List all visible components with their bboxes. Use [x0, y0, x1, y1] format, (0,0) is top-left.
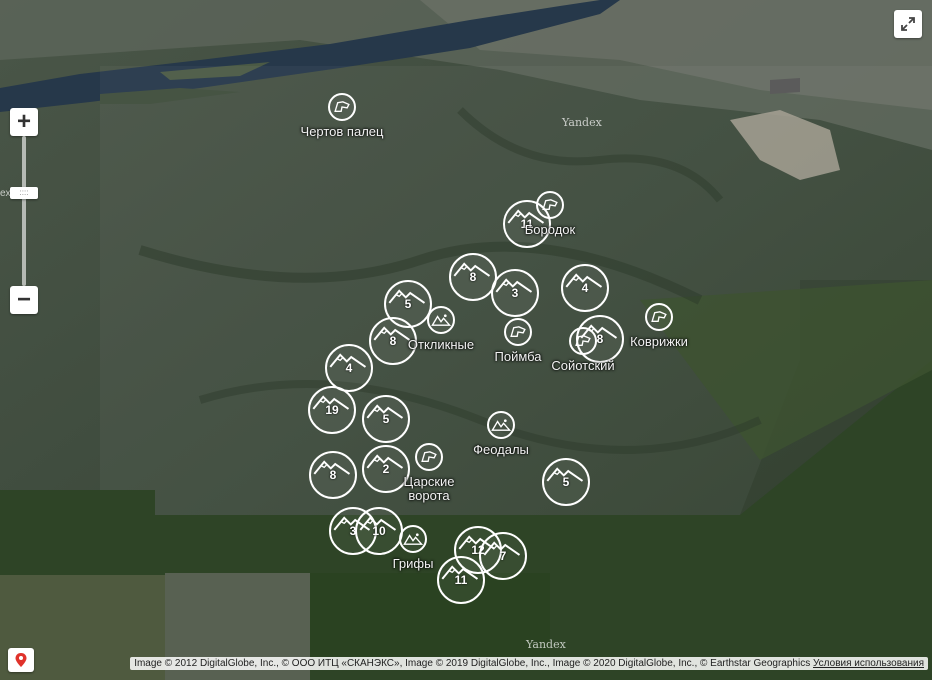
place-label[interactable]: Грифы [393, 557, 434, 571]
cluster-count: 3 [511, 286, 519, 300]
rock-icon [510, 326, 526, 337]
copyright-text: Image © 2012 DigitalGlobe, Inc., © ООО И… [134, 658, 811, 669]
place-marker[interactable] [328, 93, 356, 121]
cluster-marker[interactable]: 11 [437, 556, 485, 604]
rock-icon [651, 311, 667, 322]
place-marker[interactable] [399, 525, 427, 553]
place-label[interactable]: Откликные [408, 338, 474, 352]
rock-icon [575, 335, 591, 346]
cluster-count: 10 [372, 524, 386, 538]
cluster-count: 11 [454, 573, 468, 587]
satellite-map[interactable]: Yandex Yandex ex 11 8 3 4 5 8 8 4 19 5 8 2 5 3 10 12 7 11… [0, 0, 932, 680]
cluster-marker[interactable]: 5 [542, 458, 590, 506]
rocks-icon [431, 314, 452, 326]
place-label[interactable]: Сойотский [551, 359, 614, 373]
rock-icon [334, 101, 350, 112]
place-marker[interactable] [569, 327, 597, 355]
rocks-icon [403, 533, 424, 545]
place-label[interactable]: Феодалы [473, 443, 529, 457]
cluster-marker[interactable]: 19 [308, 386, 356, 434]
place-label[interactable]: Чертов палец [301, 125, 384, 139]
cluster-marker[interactable]: 8 [309, 451, 357, 499]
zoom-slider-handle[interactable]: :::: [10, 187, 38, 199]
rocks-icon [491, 419, 512, 431]
place-label[interactable]: Царские ворота [394, 475, 464, 503]
cluster-count: 8 [469, 270, 477, 284]
place-marker[interactable] [487, 411, 515, 439]
yandex-watermark: Yandex [526, 638, 566, 651]
cluster-count: 7 [499, 549, 507, 563]
zoom-slider-track[interactable] [22, 136, 26, 286]
terms-link[interactable]: Условия использования [813, 658, 924, 669]
location-pin-icon [15, 653, 27, 667]
place-marker[interactable] [427, 306, 455, 334]
cluster-count: 5 [562, 475, 570, 489]
edge-label: ex [0, 188, 11, 199]
cluster-marker[interactable]: 10 [355, 507, 403, 555]
minus-icon: − [16, 286, 31, 313]
cluster-marker[interactable]: 8 [449, 253, 497, 301]
cluster-count: 4 [581, 281, 589, 295]
cluster-count: 5 [404, 297, 412, 311]
cluster-marker[interactable]: 4 [561, 264, 609, 312]
cluster-marker[interactable]: 5 [362, 395, 410, 443]
cluster-marker[interactable]: 3 [491, 269, 539, 317]
zoom-out-button[interactable]: − [10, 286, 38, 314]
rock-icon [421, 451, 437, 462]
place-marker[interactable] [645, 303, 673, 331]
map-copyright: Image © 2012 DigitalGlobe, Inc., © ООО И… [130, 657, 928, 670]
place-marker[interactable] [536, 191, 564, 219]
place-marker[interactable] [504, 318, 532, 346]
plus-icon: + [16, 108, 31, 135]
expand-icon [901, 17, 915, 31]
cluster-count: 8 [329, 468, 337, 482]
cluster-count: 4 [345, 361, 353, 375]
place-label[interactable]: Коврижки [630, 335, 688, 349]
cluster-count: 5 [382, 412, 390, 426]
rock-icon [542, 199, 558, 210]
place-marker[interactable] [415, 443, 443, 471]
cluster-count: 2 [382, 462, 390, 476]
place-label[interactable]: Бородок [525, 223, 575, 237]
zoom-in-button[interactable]: + [10, 108, 38, 136]
cluster-count: 19 [325, 403, 339, 417]
geolocation-button[interactable] [8, 648, 34, 672]
yandex-watermark: Yandex [562, 116, 602, 129]
place-label[interactable]: Поймба [494, 350, 541, 364]
cluster-marker[interactable]: 7 [479, 532, 527, 580]
fullscreen-button[interactable] [894, 10, 922, 38]
cluster-marker[interactable]: 4 [325, 344, 373, 392]
